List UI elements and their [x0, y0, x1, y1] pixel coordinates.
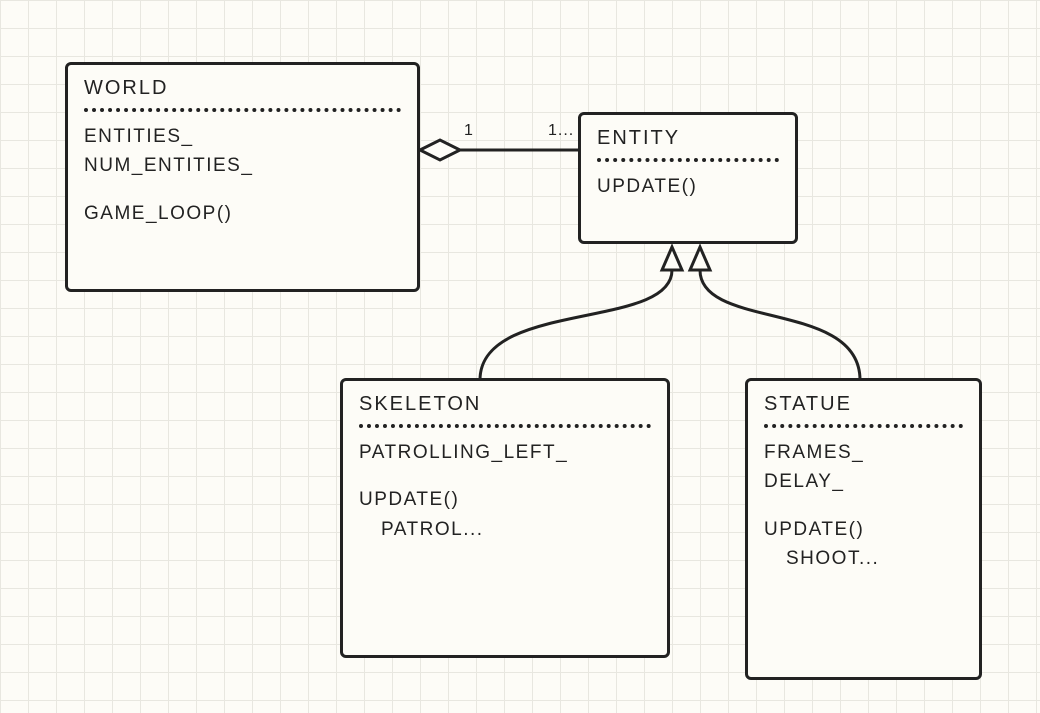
- method: UPDATE(): [359, 485, 651, 514]
- aggregation-world-entity: [420, 140, 578, 160]
- class-skeleton-divider: [359, 424, 651, 428]
- class-entity: ENTITY UPDATE(): [578, 112, 798, 244]
- class-world-title: WORLD: [84, 77, 401, 100]
- method: GAME_LOOP(): [84, 199, 401, 228]
- attr: DELAY_: [764, 467, 963, 496]
- method: PATROL...: [381, 515, 651, 544]
- class-skeleton: SKELETON PATROLLING_LEFT_ UPDATE() PATRO…: [340, 378, 670, 658]
- class-entity-methods: UPDATE(): [597, 172, 779, 201]
- class-statue-methods: UPDATE() SHOOT...: [764, 515, 963, 574]
- class-skeleton-title: SKELETON: [359, 393, 651, 416]
- class-entity-title: ENTITY: [597, 127, 779, 150]
- inheritance-statue-entity: [690, 247, 860, 380]
- class-statue-title: STATUE: [764, 393, 963, 416]
- class-skeleton-methods: UPDATE() PATROL...: [359, 485, 651, 544]
- method: UPDATE(): [597, 172, 779, 201]
- method: SHOOT...: [786, 544, 963, 573]
- method: UPDATE(): [764, 515, 963, 544]
- attr: ENTITIES_: [84, 122, 401, 151]
- inheritance-skeleton-entity: [480, 247, 682, 380]
- class-statue: STATUE FRAMES_ DELAY_ UPDATE() SHOOT...: [745, 378, 982, 680]
- class-world-divider: [84, 108, 401, 112]
- class-statue-divider: [764, 424, 963, 428]
- class-world-methods: GAME_LOOP(): [84, 199, 401, 228]
- class-skeleton-attrs: PATROLLING_LEFT_: [359, 438, 651, 467]
- class-entity-divider: [597, 158, 779, 162]
- class-world-attrs: ENTITIES_ NUM_ENTITIES_: [84, 122, 401, 181]
- attr: PATROLLING_LEFT_: [359, 438, 651, 467]
- multiplicity-entity: 1...: [548, 122, 574, 140]
- attr: FRAMES_: [764, 438, 963, 467]
- class-world: WORLD ENTITIES_ NUM_ENTITIES_ GAME_LOOP(…: [65, 62, 420, 292]
- class-statue-attrs: FRAMES_ DELAY_: [764, 438, 963, 497]
- multiplicity-world: 1: [464, 122, 474, 140]
- attr: NUM_ENTITIES_: [84, 151, 401, 180]
- diagram-canvas: 1 1... WORLD ENTITIES_ NUM_ENTITIES_ GAM…: [0, 0, 1040, 713]
